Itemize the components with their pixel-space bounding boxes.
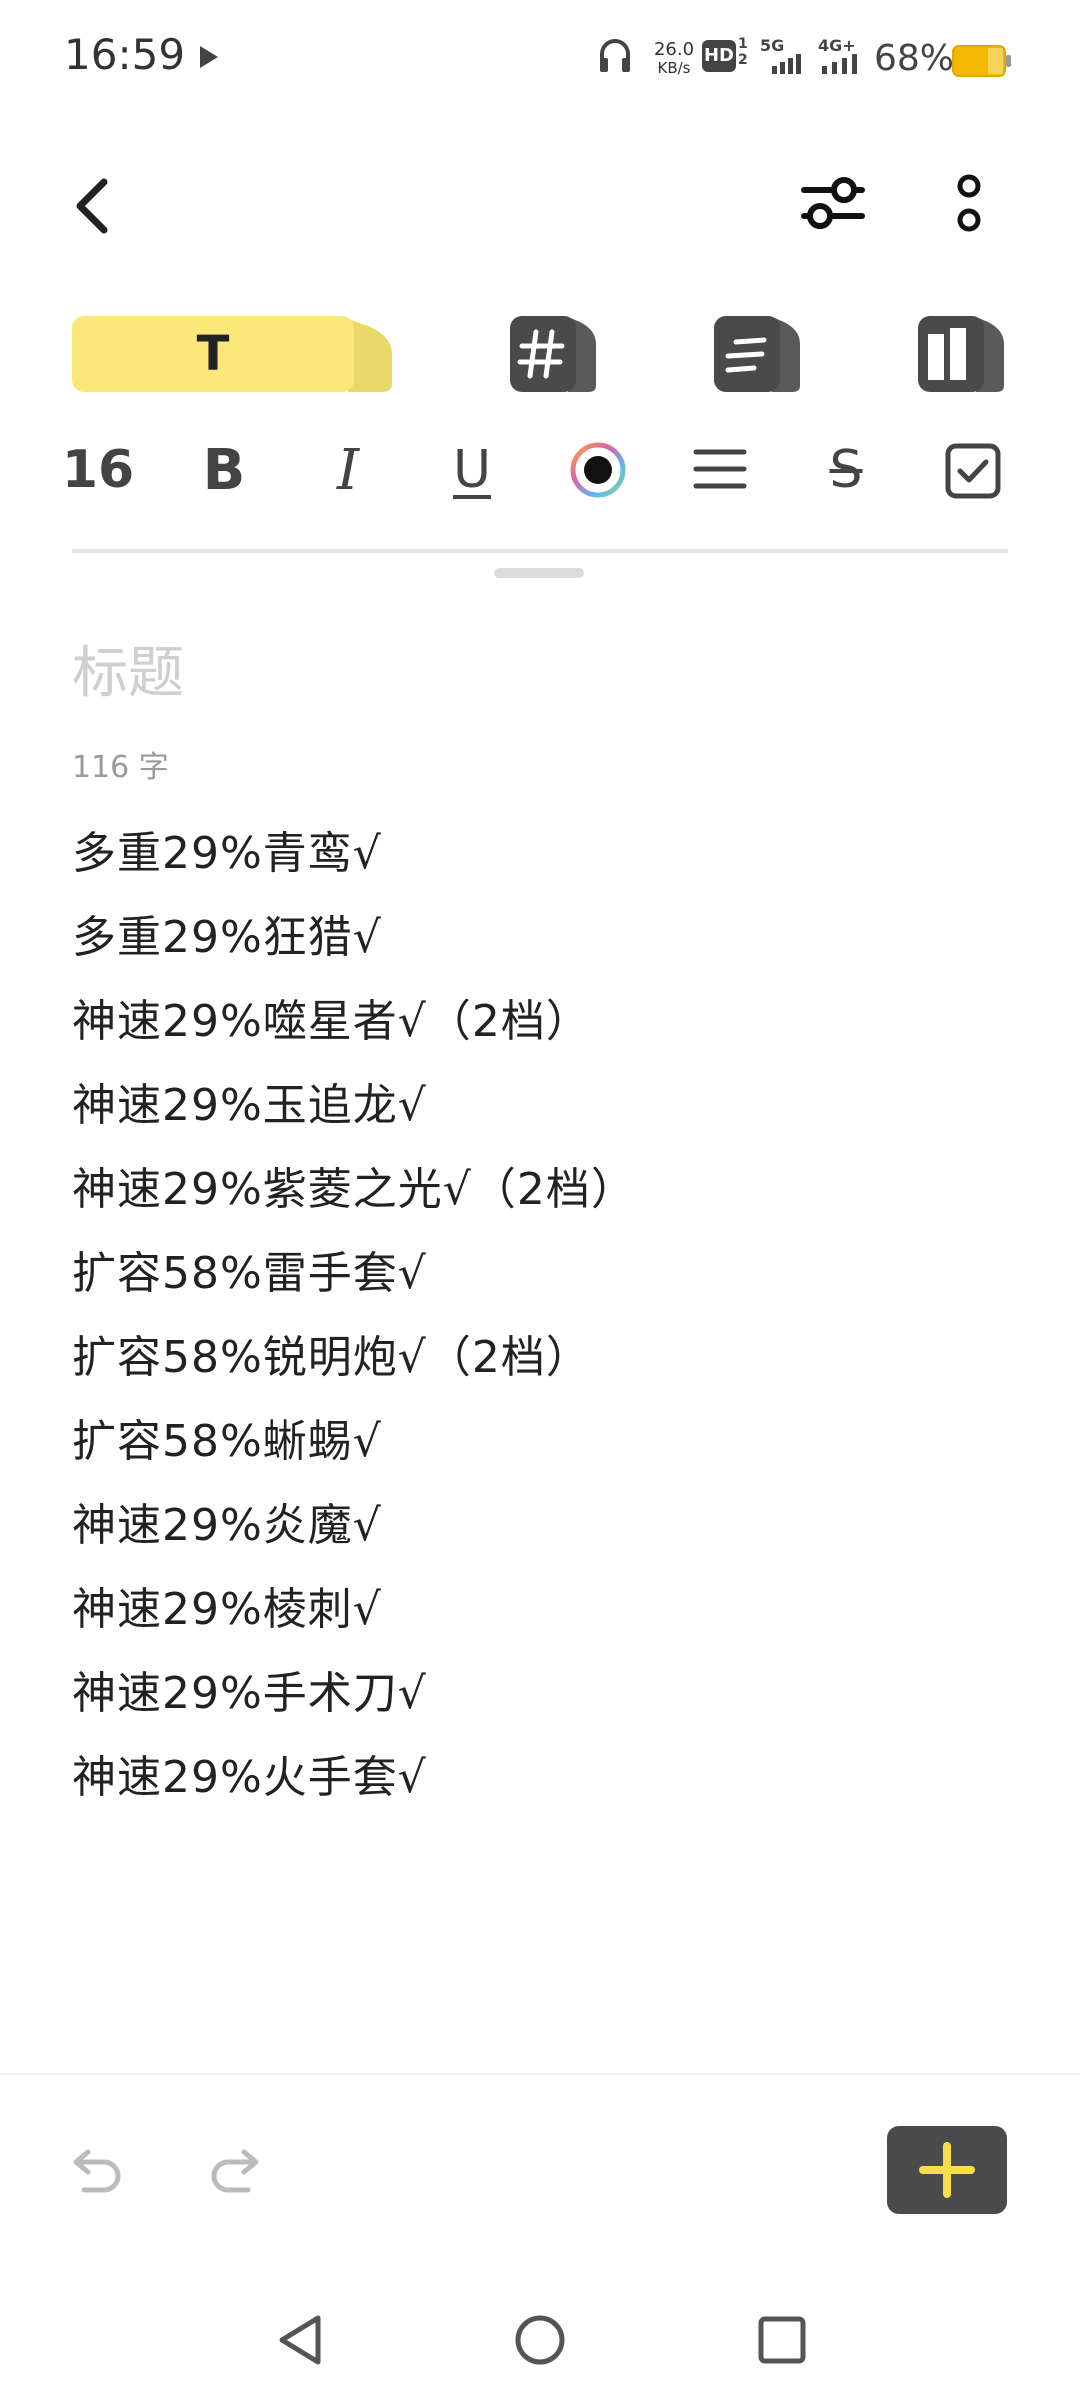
tab-text-label: T	[196, 326, 230, 382]
note-line: 多重29%狂猎√	[72, 912, 382, 963]
bold-button[interactable]: B	[184, 430, 264, 510]
nav-recents-button[interactable]	[756, 2314, 808, 2366]
redo-button[interactable]	[206, 2140, 262, 2196]
toolbar-divider	[72, 549, 1008, 553]
hd-voice-badge: HD	[702, 40, 736, 72]
note-line: 神速29%火手套√	[72, 1752, 427, 1803]
media-playing-icon	[200, 46, 218, 68]
headphones-icon	[600, 39, 630, 72]
status-time: 16:59	[64, 30, 186, 79]
system-nav-bar	[0, 2290, 1080, 2400]
network-speed-value: 26.0	[653, 39, 695, 60]
tab-list-style[interactable]	[714, 314, 800, 394]
note-line: 神速29%紫菱之光√（2档）	[72, 1164, 636, 1215]
text-color-button[interactable]	[556, 440, 640, 500]
note-line: 神速29%玉追龙√	[72, 1080, 427, 1131]
note-line: 多重29%青鸾√	[72, 828, 382, 879]
note-line: 神速29%棱刺√	[72, 1584, 382, 1635]
note-line: 神速29%炎魔√	[72, 1500, 382, 1551]
more-options-button[interactable]	[952, 170, 986, 238]
underline-button[interactable]: U	[432, 430, 512, 510]
undo-button[interactable]	[70, 2140, 126, 2196]
nav-home-button[interactable]	[512, 2312, 568, 2368]
checkbox-button[interactable]	[944, 442, 1002, 500]
tab-hashtag[interactable]	[510, 314, 596, 394]
tab-layout[interactable]	[918, 314, 1004, 394]
strikethrough-button[interactable]: S	[806, 430, 886, 510]
italic-button[interactable]: I	[308, 430, 388, 510]
note-line: 神速29%手术刀√	[72, 1668, 427, 1719]
nav-back-button[interactable]	[276, 2312, 324, 2368]
add-button[interactable]	[887, 2126, 1007, 2214]
note-title-input[interactable]: 标题	[72, 628, 184, 709]
battery-icon	[952, 45, 1011, 77]
note-line: 扩容58%锐明炮√（2档）	[72, 1332, 591, 1383]
note-header	[0, 130, 1080, 280]
network-speed-unit: KB/s	[657, 59, 691, 77]
note-line: 神速29%噬星者√（2档）	[72, 996, 591, 1047]
note-line: 扩容58%雷手套√	[72, 1248, 427, 1299]
word-count: 116 字	[72, 750, 169, 785]
drag-handle[interactable]	[494, 568, 584, 578]
signal-5g-icon	[772, 54, 801, 74]
filter-settings-button[interactable]	[798, 168, 868, 238]
back-button[interactable]	[64, 174, 120, 238]
tab-text-format[interactable]: T	[72, 314, 392, 392]
font-size-button[interactable]: 16	[58, 430, 138, 510]
note-body[interactable]: 多重29%青鸾√ 多重29%狂猎√ 神速29%噬星者√（2档） 神速29%玉追龙…	[72, 812, 1012, 1820]
battery-percent: 68%	[874, 38, 955, 79]
signal-4g-icon	[822, 54, 857, 74]
plus-icon	[919, 2142, 975, 2198]
network-speed: 26.0 KB/s	[644, 40, 704, 78]
bottom-divider	[0, 2073, 1080, 2075]
sim-slot-indicator: 12	[738, 36, 748, 68]
align-button[interactable]	[690, 444, 750, 494]
status-bar: 16:59 26.0 KB/s HD 12 5G 4G+ 68%	[0, 0, 1080, 120]
note-line: 扩容58%蜥蜴√	[72, 1416, 382, 1467]
